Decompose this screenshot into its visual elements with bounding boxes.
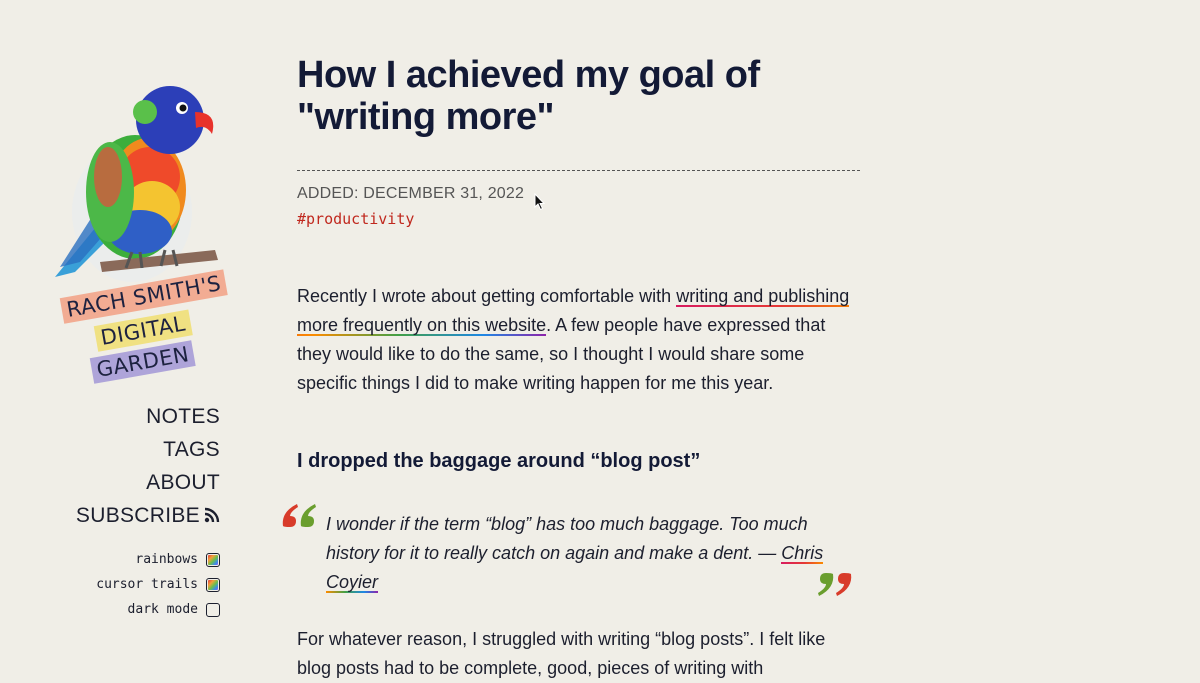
article-title: How I achieved my goal of "writing more" [297, 54, 760, 138]
nav-subscribe[interactable]: SUBSCRIBE [76, 499, 220, 532]
intro-paragraph: Recently I wrote about getting comfortab… [297, 282, 857, 398]
dark-mode-checkbox[interactable] [206, 602, 220, 617]
blockquote: I wonder if the term “blog” has too much… [282, 504, 863, 600]
date-added: ADDED: DECEMBER 31, 2022 [297, 185, 525, 202]
nav-about[interactable]: ABOUT [76, 466, 220, 499]
toggle-dark-mode[interactable]: dark mode [96, 597, 220, 622]
toggle-dark-mode-label: dark mode [127, 602, 198, 617]
intro-text-before: Recently I wrote about getting comfortab… [297, 286, 677, 306]
close-quote-icon [818, 573, 852, 596]
nav-about-label: ABOUT [146, 471, 220, 494]
rainbows-checkbox[interactable] [206, 552, 220, 567]
toggle-rainbows-label: rainbows [135, 552, 198, 567]
title-divider [297, 170, 860, 171]
site-logo: RACH SMITH'S DIGITAL GARDEN [58, 269, 228, 392]
nav-notes-label: NOTES [146, 405, 220, 428]
parrot-illustration [55, 86, 218, 282]
section-heading: I dropped the baggage around “blog post” [297, 450, 701, 472]
nav-subscribe-label: SUBSCRIBE [75, 504, 200, 527]
toggle-cursor-trails-label: cursor trails [96, 577, 198, 592]
body-paragraph: For whatever reason, I struggled with wr… [297, 629, 826, 678]
main-nav: NOTES TAGS ABOUT SUBSCRIBE [76, 400, 220, 532]
open-quote-icon [282, 504, 316, 527]
cursor-trails-checkbox[interactable] [206, 577, 220, 592]
tag-link[interactable]: #productivity [297, 210, 414, 228]
toggle-cursor-trails[interactable]: cursor trails [96, 572, 220, 597]
mouse-cursor-icon [534, 193, 546, 211]
rss-icon [204, 507, 220, 523]
nav-tags[interactable]: TAGS [76, 433, 220, 466]
toggle-rainbows[interactable]: rainbows [96, 547, 220, 572]
sidebar: RACH SMITH'S DIGITAL GARDEN NOTES TAGS A… [0, 0, 240, 675]
nav-tags-label: TAGS [163, 438, 220, 461]
quote-body: I wonder if the term “blog” has too much… [326, 514, 808, 563]
quote-text: I wonder if the term “blog” has too much… [326, 510, 836, 597]
settings-toggles: rainbows cursor trails dark mode [96, 547, 220, 622]
nav-notes[interactable]: NOTES [76, 400, 220, 433]
